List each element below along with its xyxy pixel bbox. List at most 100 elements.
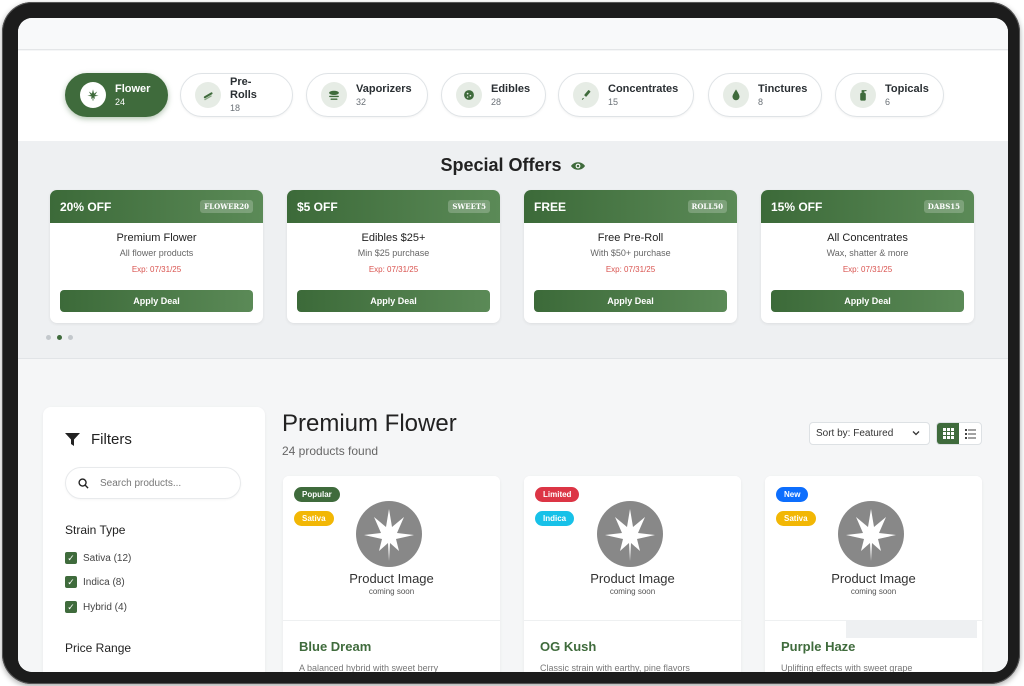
list-view-button[interactable] [959, 423, 981, 444]
offer-expiry: Exp: 07/31/25 [131, 265, 182, 274]
grid-icon [942, 428, 954, 439]
cannabis-leaf-icon [80, 82, 106, 108]
carousel-dot[interactable] [68, 335, 73, 340]
category-pre-rolls[interactable]: Pre-Rolls 18 [180, 73, 293, 117]
offer-code: SWEET5 [448, 200, 490, 213]
offer-discount: $5 OFF [297, 199, 338, 214]
strain-checkbox-hybrid[interactable]: ✓ Hybrid (4) [65, 601, 127, 613]
sort-label: Sort by: Featured [816, 428, 894, 439]
placeholder-title: Product Image [831, 571, 916, 586]
placeholder-subtitle: coming soon [368, 587, 415, 596]
offer-desc: With $50+ purchase [590, 248, 671, 258]
overlay-placeholder [846, 620, 977, 638]
product-card[interactable]: New Sativa Product Image coming soon Pur… [765, 476, 982, 672]
carousel-dot[interactable] [46, 335, 51, 340]
placeholder-subtitle: coming soon [850, 587, 897, 596]
category-concentrates[interactable]: Concentrates 15 [558, 73, 694, 117]
eye-icon [570, 162, 585, 170]
category-tinctures[interactable]: Tinctures 8 [708, 73, 822, 117]
category-strip: Flower 24 Pre-Rolls 18 Vaporizers 32 Edible… [18, 51, 1008, 141]
search-icon [78, 477, 89, 489]
special-offers-section: Special Offers 20% OFF FLOWER20 Premium F… [18, 141, 1008, 359]
product-card[interactable]: Popular Sativa Product Image coming soon… [283, 476, 500, 672]
apply-deal-button[interactable]: Apply Deal [297, 290, 490, 312]
product-card[interactable]: Limited Indica Product Image coming soon… [524, 476, 741, 672]
offer-desc: Wax, shatter & more [826, 248, 909, 258]
checkbox-label: Sativa (12) [83, 552, 132, 564]
check-icon: ✓ [65, 576, 77, 588]
category-count: 24 [115, 96, 126, 107]
badge-new: New [776, 487, 809, 502]
filters-title: Filters [91, 431, 132, 448]
offer-discount: 15% OFF [771, 199, 823, 214]
offer-card: $5 OFF SWEET5 Edibles $25+ Min $25 purchas… [287, 190, 500, 323]
offer-desc: All flower products [119, 248, 194, 258]
product-name[interactable]: Purple Haze [781, 639, 855, 654]
category-vaporizers[interactable]: Vaporizers 32 [306, 73, 428, 117]
carousel-dot-active[interactable] [57, 335, 62, 340]
apply-deal-button[interactable]: Apply Deal [60, 290, 253, 312]
product-name[interactable]: Blue Dream [299, 639, 371, 654]
category-count: 32 [356, 96, 367, 107]
cookie-icon [456, 82, 482, 108]
tablet-frame: Flower 24 Pre-Rolls 18 Vaporizers 32 Edible… [2, 2, 1020, 684]
offer-name: Premium Flower [116, 232, 197, 244]
offer-name: All Concentrates [827, 232, 908, 244]
product-name[interactable]: OG Kush [540, 639, 596, 654]
category-label: Flower [115, 82, 151, 95]
screen: Flower 24 Pre-Rolls 18 Vaporizers 32 Edible… [18, 18, 1008, 672]
strain-checkbox-indica[interactable]: ✓ Indica (8) [65, 576, 125, 588]
check-icon: ✓ [65, 552, 77, 564]
category-label: Edibles [491, 82, 531, 95]
top-bar [18, 18, 1008, 50]
search-box [65, 467, 241, 499]
offer-code: ROLL50 [687, 200, 727, 213]
results-count: 24 products found [282, 444, 379, 458]
category-count: 6 [885, 96, 891, 107]
strain-checkbox-sativa[interactable]: ✓ Sativa (12) [65, 552, 131, 564]
category-count: 28 [491, 96, 502, 107]
category-label: Tinctures [758, 82, 808, 95]
category-label: Vaporizers [356, 82, 412, 95]
offer-card: FREE ROLL50 Free Pre-Roll With $50+ purcha… [524, 190, 737, 323]
page-title: Premium Flower [282, 410, 457, 437]
offers-heading: Special Offers [18, 155, 1008, 176]
offer-expiry: Exp: 07/31/25 [605, 265, 656, 274]
placeholder-title: Product Image [349, 571, 434, 586]
cannabis-leaf-icon [838, 501, 904, 567]
badge-strain: Sativa [294, 511, 334, 526]
grid-view-button[interactable] [937, 423, 959, 444]
cannabis-leaf-icon [597, 501, 663, 567]
check-icon: ✓ [65, 601, 77, 613]
offers-title-text: Special Offers [440, 155, 562, 175]
offer-name: Free Pre-Roll [597, 232, 664, 244]
category-flower[interactable]: Flower 24 [65, 73, 168, 117]
catalog-area: Filters Strain Type ✓ Sativa (12) ✓ Indica… [18, 360, 1008, 672]
offer-card: 20% OFF FLOWER20 Premium Flower All flower… [50, 190, 263, 323]
category-topicals[interactable]: Topicals 6 [835, 73, 944, 117]
badge-strain: Sativa [776, 511, 816, 526]
offer-header: FREE ROLL50 [524, 190, 737, 223]
sort-select[interactable]: Sort by: Featured [809, 422, 930, 445]
view-toggle [936, 422, 982, 445]
dropper-icon [573, 82, 599, 108]
droplet-icon [723, 82, 749, 108]
category-count: 18 [230, 102, 241, 113]
product-description: A balanced hybrid with sweet berry [299, 663, 439, 672]
lotion-bottle-icon [850, 82, 876, 108]
category-label: Pre-Rolls [230, 76, 257, 101]
product-image-placeholder: Popular Sativa Product Image coming soon [283, 476, 500, 621]
badge-limited: Limited [535, 487, 580, 502]
checkbox-label: Hybrid (4) [83, 601, 127, 613]
category-count: 8 [758, 96, 764, 107]
category-edibles[interactable]: Edibles 28 [441, 73, 546, 117]
search-input[interactable] [100, 477, 230, 489]
apply-deal-button[interactable]: Apply Deal [771, 290, 964, 312]
filters-heading: Filters [65, 431, 132, 448]
placeholder-title: Product Image [590, 571, 675, 586]
badge-popular: Popular [294, 487, 340, 502]
offer-header: 15% OFF DABS15 [761, 190, 974, 223]
apply-deal-button[interactable]: Apply Deal [534, 290, 727, 312]
offer-header: $5 OFF SWEET5 [287, 190, 500, 223]
list-icon [964, 428, 976, 439]
